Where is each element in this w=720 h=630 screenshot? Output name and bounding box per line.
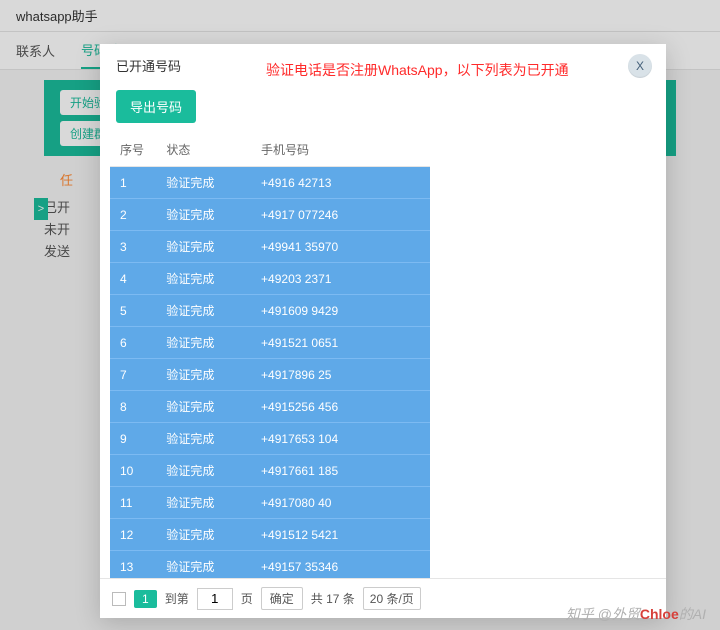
cell-phone: +4915256 456	[251, 391, 430, 423]
page-current[interactable]: 1	[134, 590, 157, 608]
table-row[interactable]: 6验证完成+491521 0651	[110, 327, 430, 359]
table-row[interactable]: 11验证完成+4917080 40	[110, 487, 430, 519]
cell-idx: 13	[110, 551, 156, 579]
pager-page-suffix: 页	[241, 590, 253, 607]
cell-status: 验证完成	[156, 359, 251, 391]
pager-reach-label: 到第	[165, 590, 189, 607]
watermark: 知乎 @外贸Chloe的AI	[566, 604, 706, 624]
cell-phone: +4917080 40	[251, 487, 430, 519]
table-row[interactable]: 4验证完成+49203 2371	[110, 263, 430, 295]
cell-status: 验证完成	[156, 295, 251, 327]
cell-status: 验证完成	[156, 199, 251, 231]
cell-idx: 3	[110, 231, 156, 263]
cell-status: 验证完成	[156, 519, 251, 551]
cell-status: 验证完成	[156, 167, 251, 199]
verified-numbers-modal: 已开通号码 验证电话是否注册WhatsApp，以下列表为已开通 X 导出号码 序…	[100, 44, 666, 618]
cell-status: 验证完成	[156, 263, 251, 295]
col-phone: 手机号码	[251, 133, 430, 167]
cell-status: 验证完成	[156, 487, 251, 519]
select-all-checkbox[interactable]	[112, 592, 126, 606]
cell-status: 验证完成	[156, 327, 251, 359]
cell-status: 验证完成	[156, 455, 251, 487]
export-button[interactable]: 导出号码	[116, 90, 196, 123]
cell-idx: 7	[110, 359, 156, 391]
table-row[interactable]: 1验证完成+4916 42713	[110, 167, 430, 199]
modal-title: 已开通号码	[116, 56, 246, 75]
table-row[interactable]: 12验证完成+491512 5421	[110, 519, 430, 551]
cell-idx: 6	[110, 327, 156, 359]
cell-idx: 1	[110, 167, 156, 199]
col-index: 序号	[110, 133, 156, 167]
cell-status: 验证完成	[156, 551, 251, 579]
cell-phone: +491609 9429	[251, 295, 430, 327]
cell-idx: 5	[110, 295, 156, 327]
cell-phone: +49157 35346	[251, 551, 430, 579]
page-confirm-button[interactable]: 确定	[261, 587, 303, 610]
cell-idx: 4	[110, 263, 156, 295]
cell-idx: 9	[110, 423, 156, 455]
cell-phone: +49203 2371	[251, 263, 430, 295]
modal-note: 验证电话是否注册WhatsApp，以下列表为已开通	[266, 60, 569, 80]
cell-phone: +4917896 25	[251, 359, 430, 391]
table-row[interactable]: 3验证完成+49941 35970	[110, 231, 430, 263]
cell-phone: +4916 42713	[251, 167, 430, 199]
table-row[interactable]: 2验证完成+4917 077246	[110, 199, 430, 231]
page-goto-input[interactable]	[197, 588, 233, 610]
cell-idx: 10	[110, 455, 156, 487]
numbers-table: 序号 状态 手机号码 1验证完成+4916 427132验证完成+4917 07…	[110, 133, 430, 578]
table-row[interactable]: 13验证完成+49157 35346	[110, 551, 430, 579]
cell-phone: +4917653 104	[251, 423, 430, 455]
cell-idx: 2	[110, 199, 156, 231]
table-row[interactable]: 8验证完成+4915256 456	[110, 391, 430, 423]
close-icon[interactable]: X	[628, 54, 652, 78]
cell-phone: +4917 077246	[251, 199, 430, 231]
cell-idx: 8	[110, 391, 156, 423]
cell-status: 验证完成	[156, 391, 251, 423]
cell-phone: +4917661 185	[251, 455, 430, 487]
cell-phone: +49941 35970	[251, 231, 430, 263]
page-size-select[interactable]: 20 条/页	[363, 587, 421, 610]
cell-status: 验证完成	[156, 423, 251, 455]
cell-idx: 11	[110, 487, 156, 519]
col-status: 状态	[156, 133, 251, 167]
cell-idx: 12	[110, 519, 156, 551]
table-row[interactable]: 9验证完成+4917653 104	[110, 423, 430, 455]
table-row[interactable]: 7验证完成+4917896 25	[110, 359, 430, 391]
table-row[interactable]: 10验证完成+4917661 185	[110, 455, 430, 487]
table-row[interactable]: 5验证完成+491609 9429	[110, 295, 430, 327]
cell-phone: +491521 0651	[251, 327, 430, 359]
pager-total: 共 17 条	[311, 590, 355, 607]
cell-phone: +491512 5421	[251, 519, 430, 551]
cell-status: 验证完成	[156, 231, 251, 263]
